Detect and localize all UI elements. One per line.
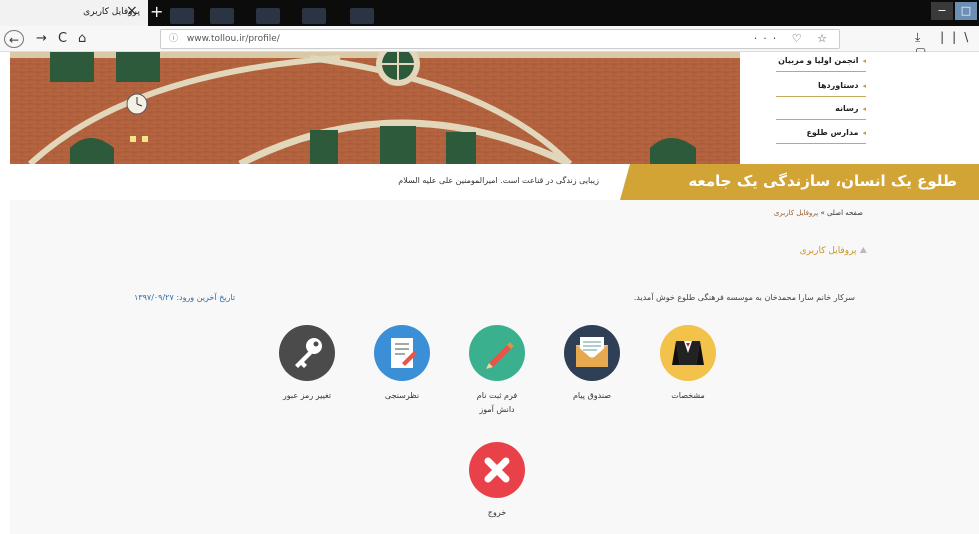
maximize-button[interactable]: □ (955, 2, 977, 20)
url-text: www.tollou.ir/profile/ (186, 34, 280, 44)
url-bar[interactable]: ⓘ www.tollou.ir/profile/ ··· ♡ ☆ (160, 29, 840, 49)
tile-logout[interactable]: خروج (452, 442, 542, 520)
side-menu-item-achievements[interactable]: ◂دستاوردها (776, 77, 866, 97)
tile-profile-details[interactable]: مشخصات (643, 325, 733, 403)
suit-icon (660, 325, 716, 381)
home-icon[interactable]: ⌂ (78, 30, 86, 48)
tile-change-password[interactable]: تغییر رمز عبور (262, 325, 352, 403)
breadcrumb: صفحه اصلی » پروفایل کاربری (773, 209, 863, 217)
side-menu: ◂انجمن اولیا و مربیان ◂دستاوردها ◂رسانه … (740, 52, 979, 164)
breadcrumb-home[interactable]: صفحه اصلی (827, 209, 863, 217)
breadcrumb-current[interactable]: پروفایل کاربری (774, 209, 818, 217)
last-login: تاریخ آخرین ورود: ۱۳۹۷/۰۹/۲۷ (134, 293, 236, 302)
tile-inbox[interactable]: صندوق پیام (547, 325, 637, 403)
close-icon (469, 442, 525, 498)
page-title: ⛰ پروفایل کاربری (799, 246, 867, 256)
hero-building-image (10, 52, 740, 164)
url-actions-icon[interactable]: ··· ♡ ☆ (754, 30, 833, 48)
minimize-button[interactable]: − (931, 2, 953, 20)
forward-icon[interactable]: → (36, 30, 47, 48)
slogan-text: طلوع یک انسان، سازندگی یک جامعه (688, 172, 957, 190)
key-icon (279, 325, 335, 381)
user-icon: ⛰ (859, 246, 867, 256)
tile-survey[interactable]: نظرسنجی (357, 325, 447, 403)
quote-text: زیبایی زندگی در قناعت است. امیرالمومنین … (398, 176, 599, 185)
arrow-left-icon: ◂ (862, 57, 866, 65)
arrow-left-icon: ◂ (862, 105, 866, 113)
side-menu-item-parents[interactable]: ◂انجمن اولیا و مربیان (776, 52, 866, 72)
site-info-icon[interactable]: ⓘ (169, 34, 178, 44)
pencil-icon (469, 325, 525, 381)
browser-navbar: ← → C ⌂ ⓘ www.tollou.ir/profile/ ··· ♡ ☆… (0, 26, 979, 59)
side-menu-item-schools[interactable]: ◂مدارس طلوع (776, 124, 866, 144)
window-controls: − □ (931, 2, 977, 22)
arrow-left-icon: ◂ (862, 82, 866, 90)
slogan-banner: طلوع یک انسان، سازندگی یک جامعه (620, 164, 979, 200)
browser-tab-profile[interactable]: پروفایل کاربری × (0, 0, 148, 26)
reload-icon[interactable]: C (58, 30, 67, 48)
document-icon (374, 325, 430, 381)
envelope-icon (564, 325, 620, 381)
welcome-text: سرکار خانم سارا محمدخان به موسسه فرهنگی … (633, 293, 855, 302)
browser-tabbar: پروفایل کاربری × + − □ (0, 0, 979, 26)
tab-close-icon[interactable]: × (126, 3, 138, 19)
arrow-left-icon: ◂ (862, 129, 866, 137)
side-menu-item-media[interactable]: ◂رسانه (776, 100, 866, 120)
back-icon[interactable]: ← (4, 30, 24, 48)
new-tab-button[interactable]: + (150, 2, 163, 21)
tile-student-registration[interactable]: فرم ثبت نام دانش آموز (452, 325, 542, 417)
